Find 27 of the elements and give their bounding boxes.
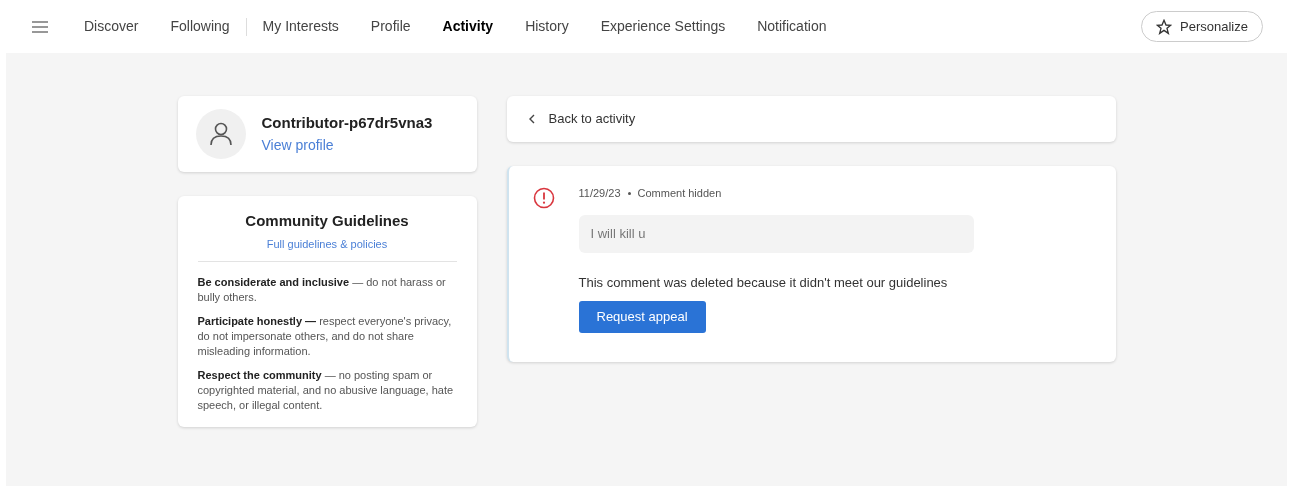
nav-tab[interactable]: Notification [741, 16, 843, 37]
comment-status: Comment hidden [637, 185, 722, 201]
nav-tab[interactable]: My Interests [246, 16, 355, 37]
star-icon [1156, 18, 1173, 35]
comment-date: 11/29/23 [578, 185, 621, 201]
guideline-rule: Respect the community — no posting spam or copyrighted material, and no abusive language, hate speech, or illegal content. [197, 368, 455, 413]
guidelines-title: Community Guidelines [245, 211, 409, 231]
guideline-rule: Be considerate and inclusive — do not harass or bully others. [197, 275, 447, 305]
warning-icon [532, 187, 555, 209]
avatar-icon [195, 109, 246, 159]
nav-tab[interactable]: Experience Settings [584, 16, 742, 37]
nav-tab[interactable]: Following [154, 16, 246, 37]
nav-tab[interactable]: History [509, 16, 585, 37]
chevron-left-icon [528, 114, 535, 124]
comment-text: I will kill u [578, 215, 974, 253]
contributor-name: Contributor-p67dr5vna3 [261, 113, 433, 134]
back-to-activity-button[interactable]: Back to activity [506, 96, 1116, 142]
view-profile-link[interactable]: View profile [261, 134, 433, 156]
nav-tab[interactable]: Discover [68, 16, 155, 37]
dot-separator-icon [627, 191, 631, 195]
menu-icon[interactable] [32, 20, 48, 33]
deletion-message: This comment was deleted because it didn't meet our guidelines [578, 274, 949, 292]
request-appeal-button[interactable]: Request appeal [578, 300, 706, 333]
guideline-rule: Participate honestly — respect everyone's privacy, do not impersonate others, and do not share misleading information. [197, 314, 453, 359]
full-guidelines-link[interactable]: Full guidelines & policies [266, 235, 388, 252]
nav-tab[interactable]: Activity [426, 16, 510, 37]
nav-tab[interactable]: Profile [354, 16, 427, 37]
